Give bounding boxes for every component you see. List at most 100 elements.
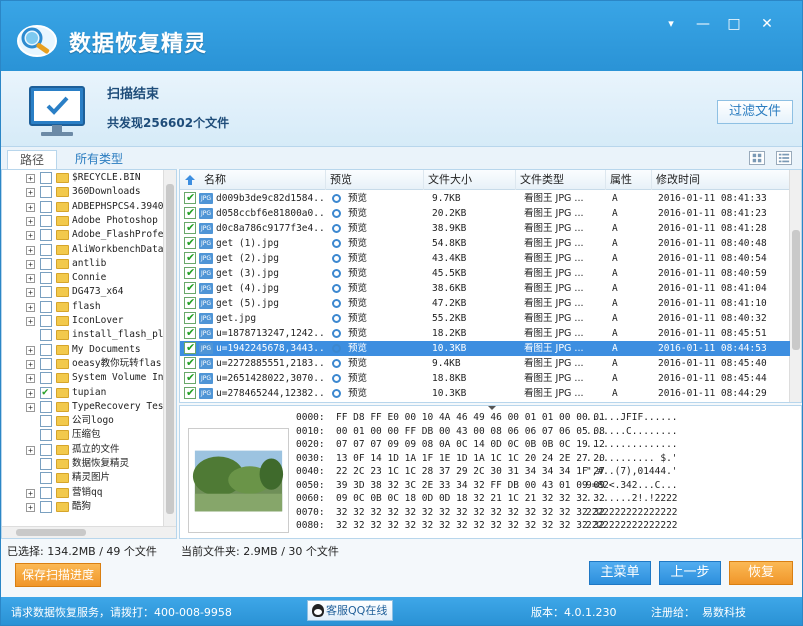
expand-toggle-icon[interactable]: + xyxy=(26,317,35,326)
main-menu-button[interactable]: 主菜单 xyxy=(589,561,651,585)
expand-toggle-icon[interactable]: + xyxy=(26,488,35,498)
expand-toggle-icon[interactable]: + xyxy=(26,174,35,183)
maximize-button[interactable]: □ xyxy=(724,15,744,33)
preview-link[interactable]: 预览 xyxy=(348,341,418,356)
preview-link[interactable]: 预览 xyxy=(348,386,418,401)
tree-item-checkbox[interactable] xyxy=(40,214,52,227)
expand-toggle-icon[interactable]: + xyxy=(26,502,35,512)
qq-support-button[interactable]: 客服QQ在线 xyxy=(307,600,393,621)
row-checkbox[interactable] xyxy=(184,310,196,325)
expand-toggle-icon[interactable]: + xyxy=(26,359,35,369)
preview-magnifier-icon[interactable] xyxy=(332,269,341,278)
tree-item[interactable]: 公司logo xyxy=(2,414,164,428)
preview-magnifier-icon[interactable] xyxy=(332,254,341,263)
preview-link[interactable]: 预览 xyxy=(348,221,418,236)
tree-item-checkbox[interactable] xyxy=(40,229,52,242)
folder-tree[interactable]: + $RECYCLE.BIN +360Downloads + ADBEPHSPCS4.3… xyxy=(1,169,177,539)
table-row[interactable]: JPGget (3).jpg 预览 45.5KB 看图王 JPG ... A 2016-0… xyxy=(180,265,790,281)
row-checkbox[interactable] xyxy=(184,385,196,400)
close-button[interactable]: ✕ xyxy=(757,15,777,33)
tree-item-checkbox[interactable] xyxy=(40,286,52,299)
preview-link[interactable]: 预览 xyxy=(348,236,418,251)
table-row[interactable]: JPGu=1942245678,3443... 预览 10.3KB 看图王 JPG .… xyxy=(180,340,790,356)
col-size[interactable]: 文件大小 xyxy=(424,170,516,190)
row-checkbox[interactable] xyxy=(184,220,196,235)
tree-item[interactable]: + 营销qq xyxy=(2,486,164,500)
preview-link[interactable]: 预览 xyxy=(348,311,418,326)
save-scan-progress-button[interactable]: 保存扫描进度 xyxy=(15,563,101,587)
preview-magnifier-icon[interactable] xyxy=(332,239,341,248)
table-row[interactable]: JPGget (1).jpg 预览 54.8KB 看图王 JPG ... A 2016-0… xyxy=(180,235,790,251)
preview-magnifier-icon[interactable] xyxy=(332,389,341,398)
preview-link[interactable]: 预览 xyxy=(348,296,418,311)
preview-link[interactable]: 预览 xyxy=(348,206,418,221)
tree-item[interactable]: + Connie xyxy=(2,271,164,285)
tree-item[interactable]: + tupian xyxy=(2,385,164,400)
table-row[interactable]: JPGu=278465244,12382... 预览 10.3KB 看图王 JPG .… xyxy=(180,385,790,401)
expand-toggle-icon[interactable]: + xyxy=(26,388,35,398)
tree-item[interactable]: +360Downloads xyxy=(2,185,164,199)
tree-item-checkbox[interactable] xyxy=(40,315,52,327)
preview-magnifier-icon[interactable] xyxy=(332,209,341,218)
list-view-icon[interactable] xyxy=(776,151,792,165)
tree-vertical-scrollbar[interactable] xyxy=(163,170,176,526)
expand-toggle-icon[interactable]: + xyxy=(26,302,35,312)
tree-item-checkbox[interactable] xyxy=(40,500,52,513)
preview-magnifier-icon[interactable] xyxy=(332,299,341,308)
tree-item[interactable]: + antlib xyxy=(2,257,164,271)
table-scroll-thumb[interactable] xyxy=(792,230,800,350)
expand-toggle-icon[interactable]: + xyxy=(26,345,35,355)
expand-toggle-icon[interactable]: + xyxy=(26,216,35,226)
minimize-button[interactable]: — xyxy=(693,15,713,33)
tree-item[interactable]: + flash xyxy=(2,300,164,314)
col-preview[interactable]: 预览 xyxy=(326,170,424,190)
expand-toggle-icon[interactable]: + xyxy=(26,288,35,298)
file-list-table[interactable]: 名称 预览 文件大小 文件类型 属性 修改时间 JPGd009b3de9c82d… xyxy=(179,169,802,403)
filter-files-button[interactable]: 过滤文件 xyxy=(717,100,793,124)
table-row[interactable]: JPGu=2651428022,3070... 预览 18.8KB 看图王 JPG .… xyxy=(180,370,790,386)
tree-item[interactable]: + 孤立的文件 xyxy=(2,443,164,457)
back-button[interactable]: 上一步 xyxy=(659,561,721,585)
tree-item[interactable]: + $RECYCLE.BIN xyxy=(2,171,164,185)
tree-item-checkbox[interactable] xyxy=(40,429,52,442)
tab-path[interactable]: 路径 xyxy=(7,150,58,169)
tree-item[interactable]: + Adobe_FlashProfes xyxy=(2,228,164,242)
tree-item-checkbox[interactable] xyxy=(40,243,52,256)
col-attr[interactable]: 属性 xyxy=(606,170,652,190)
preview-magnifier-icon[interactable] xyxy=(332,194,341,203)
expand-toggle-icon[interactable]: + xyxy=(26,188,35,198)
thumbnail-view-icon[interactable] xyxy=(749,151,765,165)
tree-item[interactable]: + DG473_x64 xyxy=(2,285,164,299)
preview-magnifier-icon[interactable] xyxy=(332,224,341,233)
tree-item-checkbox[interactable] xyxy=(40,357,52,370)
col-type[interactable]: 文件类型 xyxy=(516,170,606,190)
tab-all-types[interactable]: 所有类型 xyxy=(63,150,135,169)
preview-link[interactable]: 预览 xyxy=(348,251,418,266)
menu-dropdown-icon[interactable]: ▾ xyxy=(661,15,681,33)
tree-item-checkbox[interactable] xyxy=(40,343,52,356)
tree-item-checkbox[interactable] xyxy=(40,458,52,470)
tree-item-checkbox[interactable] xyxy=(40,200,52,213)
tree-item-checkbox[interactable] xyxy=(40,385,52,399)
preview-link[interactable]: 预览 xyxy=(348,266,418,281)
expand-toggle-icon[interactable]: + xyxy=(26,245,35,255)
row-checkbox[interactable] xyxy=(184,205,196,220)
preview-link[interactable]: 预览 xyxy=(348,356,418,371)
table-row[interactable]: JPGd0c8a786c9177f3e4... 预览 38.9KB 看图王 JPG .… xyxy=(180,220,790,236)
tree-item[interactable]: 数据恢复精灵 xyxy=(2,457,164,471)
preview-link[interactable]: 预览 xyxy=(348,281,418,296)
row-checkbox[interactable] xyxy=(184,355,196,370)
table-row[interactable]: JPGget (5).jpg 预览 47.2KB 看图王 JPG ... A 2016-0… xyxy=(180,295,790,311)
tree-item-checkbox[interactable] xyxy=(40,257,52,270)
tree-item-checkbox[interactable] xyxy=(40,472,52,485)
tree-horizontal-scrollbar[interactable] xyxy=(2,526,176,538)
expand-toggle-icon[interactable]: + xyxy=(26,202,35,212)
table-row[interactable]: JPGu=2272885551,2183... 预览 9.4KB 看图王 JPG ..… xyxy=(180,355,790,371)
tree-hscroll-thumb[interactable] xyxy=(16,529,86,536)
sort-up-arrow-icon[interactable] xyxy=(184,174,196,186)
preview-magnifier-icon[interactable] xyxy=(332,329,341,338)
row-checkbox[interactable] xyxy=(184,235,196,250)
tree-item[interactable]: + oeasy教你玩转flas xyxy=(2,357,164,371)
tree-item-checkbox[interactable] xyxy=(40,300,52,313)
tree-item-checkbox[interactable] xyxy=(40,186,52,199)
